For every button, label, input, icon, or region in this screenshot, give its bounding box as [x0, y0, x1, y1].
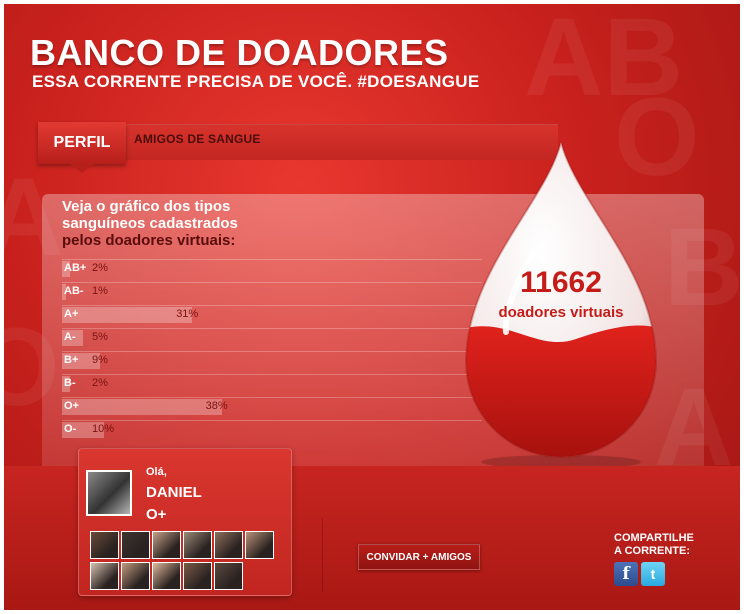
- bar-row: AB+ 2%: [62, 259, 482, 277]
- invite-friends-button[interactable]: CONVIDAR + AMIGOS: [358, 544, 480, 570]
- friend-avatar[interactable]: [121, 531, 150, 559]
- bar-value-label: 31%: [176, 308, 199, 320]
- bar-row: O- 10%: [62, 420, 482, 438]
- blood-drop-icon: [464, 141, 658, 469]
- bar-value-label: 9%: [92, 354, 108, 366]
- bar: [62, 307, 193, 323]
- active-tab-indicator: [70, 164, 94, 173]
- donor-count: 11662: [520, 266, 602, 299]
- tab-amigos-de-sangue[interactable]: AMIGOS DE SANGUE: [134, 132, 261, 146]
- chart-intro: Veja o gráfico dos tipos sanguíneos cada…: [62, 198, 282, 249]
- page-subtitle: ESSA CORRENTE PRECISA DE VOCÊ. #DOESANGU…: [32, 72, 480, 91]
- bar-row: A- 5%: [62, 328, 482, 346]
- bar-value-label: 1%: [92, 285, 108, 297]
- bar-category-label: B-: [64, 377, 76, 389]
- avatar[interactable]: [86, 470, 132, 516]
- bar-category-label: O+: [64, 400, 79, 412]
- friend-avatar[interactable]: [152, 562, 181, 590]
- bar-category-label: AB-: [64, 285, 84, 297]
- chart-intro-line2: sanguíneos cadastrados: [62, 215, 238, 232]
- divider: [322, 518, 323, 592]
- user-blood-type: O+: [146, 506, 167, 523]
- bar-value-label: 2%: [92, 377, 108, 389]
- friend-avatar[interactable]: [214, 531, 243, 559]
- friend-avatar[interactable]: [214, 562, 243, 590]
- friend-avatar[interactable]: [90, 531, 119, 559]
- greeting: Olá,: [146, 466, 167, 478]
- friend-avatar[interactable]: [121, 562, 150, 590]
- bar-row: B+ 9%: [62, 351, 482, 369]
- bar-category-label: B+: [64, 354, 79, 366]
- friends-grid: [90, 531, 280, 591]
- bar-value-label: 38%: [205, 400, 228, 412]
- bar-row: AB- 1%: [62, 282, 482, 300]
- bar-value-label: 2%: [92, 262, 108, 274]
- share-label-line1: COMPARTILHE: [614, 532, 694, 544]
- chart-intro-line1: Veja o gráfico dos tipos: [62, 198, 231, 215]
- donor-count-label: doadores virtuais: [498, 304, 624, 321]
- bar-category-label: O-: [64, 423, 77, 435]
- blood-type-bar-chart: AB+ 2% AB- 1% A+ 31% A- 5% B+ 9% B- 2% O+ 38% O- 10%: [62, 259, 482, 449]
- bar-value-label: 10%: [92, 423, 115, 435]
- bar: [62, 399, 222, 415]
- tab-perfil[interactable]: PERFIL: [38, 122, 126, 164]
- chart-intro-line3: pelos doadores virtuais:: [62, 232, 236, 249]
- bar-value-label: 5%: [92, 331, 108, 343]
- bar-row: B- 2%: [62, 374, 482, 392]
- bar-category-label: A+: [64, 308, 79, 320]
- facebook-icon[interactable]: f: [614, 562, 638, 586]
- app-canvas: AB O A B O A BANCO DE DOADORES ESSA CORR…: [4, 4, 740, 610]
- share-label-line2: A CORRENTE:: [614, 545, 690, 557]
- twitter-icon[interactable]: t: [641, 562, 665, 586]
- friend-avatar[interactable]: [90, 562, 119, 590]
- bar-row: A+ 31%: [62, 305, 482, 323]
- friend-avatar[interactable]: [183, 531, 212, 559]
- bar-row: O+ 38%: [62, 397, 482, 415]
- share-label: COMPARTILHE A CORRENTE:: [614, 532, 714, 558]
- friend-avatar[interactable]: [152, 531, 181, 559]
- page-title: BANCO DE DOADORES: [30, 32, 449, 73]
- friend-avatar[interactable]: [245, 531, 274, 559]
- bar-category-label: AB+: [64, 262, 87, 274]
- bar-category-label: A-: [64, 331, 76, 343]
- friend-avatar[interactable]: [183, 562, 212, 590]
- user-name: DANIEL: [146, 484, 202, 501]
